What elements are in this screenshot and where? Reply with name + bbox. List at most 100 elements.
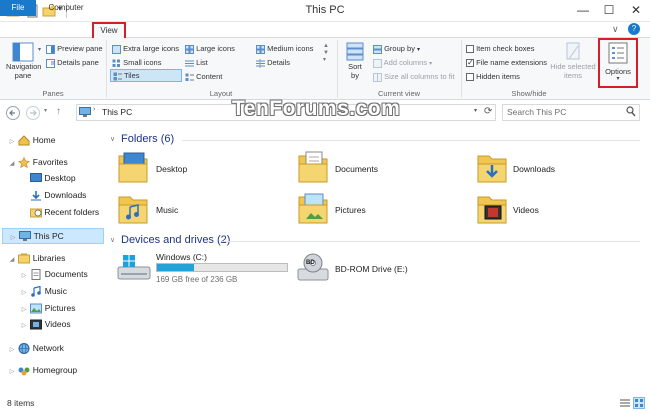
- folder-tile[interactable]: Pictures: [297, 191, 467, 227]
- pane-divider[interactable]: [108, 126, 109, 394]
- videos-folder-icon: [477, 196, 507, 224]
- nav-favorites[interactable]: ◢ Favorites: [8, 155, 68, 170]
- nav-network[interactable]: ▷ Network: [8, 341, 64, 356]
- nav-recent-folders[interactable]: Recent folders: [30, 205, 99, 220]
- expand-arrow-icon[interactable]: ▷: [8, 365, 16, 380]
- navigation-pane-label-l2: pane: [14, 71, 32, 80]
- desktop-icon: [30, 173, 42, 183]
- up-arrow-icon[interactable]: ↑: [56, 106, 61, 117]
- nav-libraries[interactable]: ◢ Libraries: [8, 251, 65, 266]
- details-view-toggle-icon[interactable]: [620, 398, 630, 408]
- nav-pictures[interactable]: ▷ Pictures: [20, 301, 75, 316]
- tab-file[interactable]: File: [0, 0, 36, 16]
- list-label: List: [196, 58, 208, 67]
- refresh-icon[interactable]: ⟳: [484, 106, 492, 117]
- breadcrumb-separator-icon[interactable]: ›: [93, 106, 95, 113]
- nav-home[interactable]: ▷ Home: [8, 133, 55, 148]
- nav-homegroup[interactable]: ▷ Homegroup: [8, 363, 77, 378]
- address-dropdown-icon[interactable]: ▾: [474, 107, 477, 114]
- hidden-items-option[interactable]: Hidden items: [466, 72, 520, 82]
- help-icon[interactable]: ?: [628, 23, 640, 35]
- layout-medium-icons[interactable]: Medium icons: [256, 44, 313, 54]
- nav-videos[interactable]: ▷ Videos: [20, 317, 71, 332]
- folder-tile[interactable]: Videos: [476, 191, 640, 227]
- expand-arrow-icon[interactable]: ▷: [20, 269, 28, 284]
- folders-header[interactable]: Folders (6): [121, 133, 174, 145]
- network-icon: [18, 343, 30, 355]
- expand-arrow-icon[interactable]: ▷: [9, 231, 17, 246]
- large-icons-view-toggle-icon[interactable]: [633, 397, 645, 409]
- nav-homegroup-label: Homegroup: [32, 365, 78, 375]
- folder-tile[interactable]: Downloads: [476, 150, 640, 186]
- folders-collapse-icon[interactable]: ∨: [110, 135, 115, 143]
- layout-details[interactable]: Details: [256, 58, 290, 68]
- recent-locations-icon[interactable]: ▾: [44, 107, 47, 114]
- layout-extra-large-icons[interactable]: Extra large icons: [112, 44, 179, 54]
- minimize-button[interactable]: —: [570, 0, 596, 21]
- layout-scroll-icon[interactable]: ▲ ▼ ▾: [323, 43, 329, 64]
- file-name-extensions-option[interactable]: ✓ File name extensions: [466, 58, 547, 68]
- back-button[interactable]: [6, 106, 20, 120]
- preview-pane-button[interactable]: Preview pane: [46, 44, 103, 54]
- breadcrumb-this-pc[interactable]: This PC: [102, 107, 132, 117]
- expand-arrow-icon[interactable]: ▷: [20, 286, 28, 301]
- hide-selected-items-button[interactable]: Hide selected items: [550, 42, 596, 80]
- layout-tiles[interactable]: Tiles: [110, 69, 182, 82]
- this-pc-icon: [19, 231, 32, 242]
- forward-button[interactable]: [26, 106, 40, 120]
- item-check-boxes-option[interactable]: Item check boxes: [466, 44, 534, 54]
- navigation-pane-dropdown-icon[interactable]: ▾: [38, 46, 41, 53]
- group-by-dropdown-icon: ▾: [417, 47, 421, 53]
- folder-tile[interactable]: Desktop: [117, 150, 287, 186]
- nav-this-pc[interactable]: ▷ This PC: [2, 228, 104, 244]
- folder-tile[interactable]: Music: [117, 191, 287, 227]
- devices-collapse-icon[interactable]: ∨: [110, 236, 115, 244]
- size-all-columns-button[interactable]: Size all columns to fit: [373, 72, 455, 82]
- hidden-items-label: Hidden items: [476, 72, 520, 81]
- hide-selected-label-l2: items: [564, 71, 582, 80]
- status-bar: [0, 396, 650, 412]
- sort-by-button[interactable]: Sort by: [343, 42, 367, 80]
- libraries-icon: [18, 253, 31, 264]
- expand-arrow-icon[interactable]: ▷: [8, 343, 16, 358]
- navigation-pane-button[interactable]: Navigation pane: [6, 42, 41, 90]
- expand-arrow-icon[interactable]: ▷: [20, 303, 28, 318]
- nav-downloads[interactable]: Downloads: [30, 188, 86, 203]
- layout-list[interactable]: List: [185, 58, 208, 68]
- home-icon: [18, 135, 30, 146]
- preview-pane-label: Preview pane: [57, 44, 103, 53]
- hide-selected-label-l1: Hide selected: [550, 62, 596, 71]
- nav-music[interactable]: ▷ Music: [20, 284, 67, 299]
- drive-tile[interactable]: Windows (C:) 169 GB free of 236 GB: [117, 251, 293, 287]
- nav-documents[interactable]: ▷ Documents: [20, 267, 88, 282]
- item-check-boxes-checkbox[interactable]: [466, 45, 474, 54]
- tab-computer[interactable]: Computer: [42, 0, 90, 16]
- expand-arrow-icon[interactable]: ▷: [8, 135, 16, 150]
- watermark: TenForums.com: [232, 97, 401, 120]
- layout-large-icons[interactable]: Large icons: [185, 44, 235, 54]
- options-label: Options: [605, 67, 631, 76]
- tiles-label: Tiles: [123, 71, 140, 80]
- folder-name: Downloads: [513, 164, 556, 174]
- search-icon[interactable]: [626, 106, 636, 117]
- layout-small-icons[interactable]: Small icons: [112, 58, 161, 68]
- hidden-items-checkbox[interactable]: [466, 73, 474, 82]
- details-pane-button[interactable]: Details pane: [46, 58, 99, 68]
- devices-header[interactable]: Devices and drives (2): [121, 234, 230, 246]
- options-button[interactable]: Options ▾: [598, 38, 638, 88]
- ribbon-collapse-icon[interactable]: ∨: [612, 24, 619, 35]
- collapse-arrow-icon[interactable]: ◢: [8, 157, 16, 172]
- drive-tile[interactable]: BD BD-ROM Drive (E:): [297, 251, 467, 287]
- folder-tile[interactable]: Documents: [297, 150, 467, 186]
- add-columns-button[interactable]: Add columns ▾: [373, 58, 432, 68]
- layout-content[interactable]: Content: [185, 72, 222, 82]
- file-name-extensions-checkbox[interactable]: ✓: [466, 59, 474, 68]
- extra-large-icons-label: Extra large icons: [123, 44, 179, 53]
- expand-arrow-icon[interactable]: ▷: [20, 319, 28, 334]
- close-button[interactable]: ✕: [622, 0, 650, 21]
- group-by-button[interactable]: Group by ▾: [373, 44, 420, 54]
- this-pc-small-icon: [79, 107, 91, 118]
- nav-desktop[interactable]: Desktop: [30, 171, 76, 186]
- maximize-button[interactable]: ☐: [596, 0, 622, 21]
- collapse-arrow-icon[interactable]: ◢: [8, 253, 16, 268]
